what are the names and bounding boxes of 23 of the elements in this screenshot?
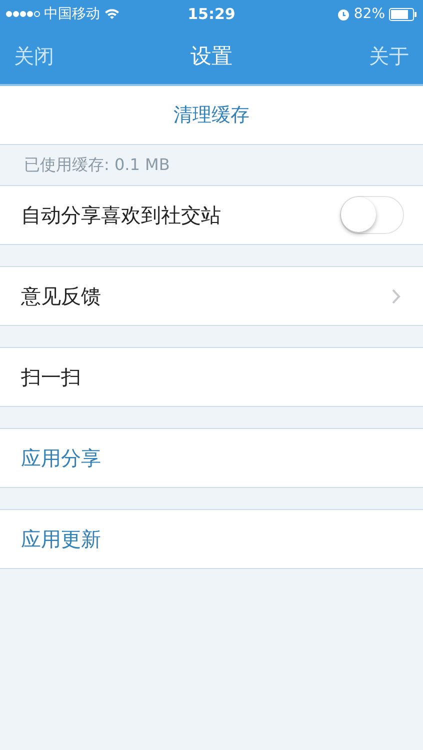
- settings-row[interactable]: 扫一扫: [0, 347, 423, 407]
- carrier-name: 中国移动: [44, 5, 100, 23]
- toggle-switch[interactable]: [340, 196, 404, 234]
- alarm-clock-icon: [336, 8, 350, 20]
- settings-row[interactable]: 应用分享: [0, 428, 423, 488]
- signal-icon: [6, 11, 40, 17]
- settings-row[interactable]: 应用更新: [0, 509, 423, 569]
- wifi-icon: [104, 8, 120, 20]
- row-label: 应用更新: [21, 526, 101, 552]
- status-time: 15:29: [186, 5, 236, 23]
- row-label: 扫一扫: [21, 364, 81, 390]
- battery-percent: 82%: [354, 6, 385, 22]
- about-button[interactable]: 关于: [369, 42, 409, 70]
- close-button[interactable]: 关闭: [14, 42, 54, 70]
- row-label: 自动分享喜欢到社交站: [21, 202, 221, 228]
- settings-row[interactable]: 意见反馈: [0, 266, 423, 326]
- cache-usage-text: 已使用缓存: 0.1 MB: [24, 154, 170, 176]
- battery-icon: [389, 8, 417, 20]
- screen-title: 设置: [190, 43, 232, 70]
- chevron-right-icon: [392, 288, 401, 304]
- row-label: 应用分享: [21, 444, 101, 472]
- clear-cache-button[interactable]: 清理缓存: [0, 86, 423, 145]
- row-label: 意见反馈: [21, 282, 101, 310]
